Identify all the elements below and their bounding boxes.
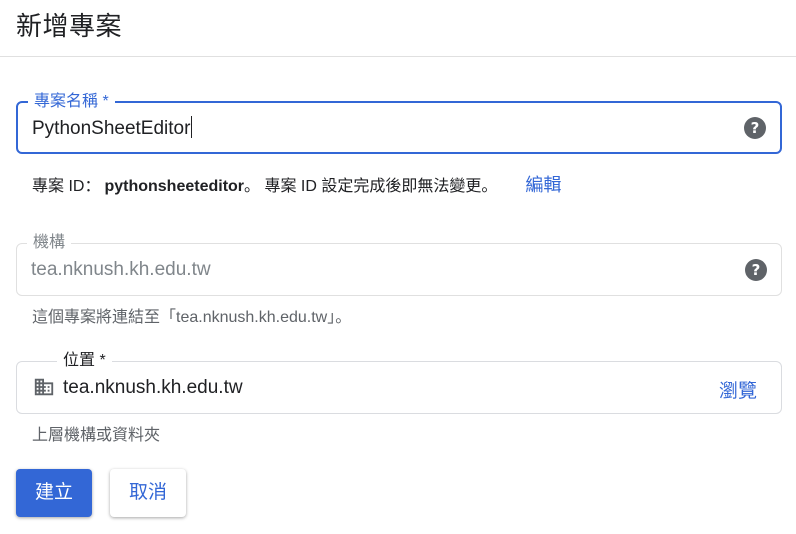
project-name-label: 專案名稱 * — [28, 92, 115, 112]
browse-link[interactable]: 瀏覽 — [719, 376, 757, 403]
dialog-header: 新增專案 — [0, 0, 796, 57]
project-name-input[interactable]: PythonSheetEditor — [32, 116, 193, 141]
location-value: tea.nknush.kh.edu.tw — [63, 377, 243, 398]
organization-label: 機構 — [27, 233, 72, 253]
location-hint: 上層機構或資料夾 — [32, 427, 161, 444]
help-icon[interactable]: ? — [745, 259, 767, 281]
project-name-value: PythonSheetEditor — [32, 118, 191, 139]
location-label: 位置 * — [57, 351, 112, 371]
edit-project-id-link[interactable]: 編輯 — [525, 175, 561, 195]
location-field[interactable]: 位置 * tea.nknush.kh.edu.tw 瀏覽 — [16, 351, 782, 414]
organization-hint: 這個專案將連結至「tea.nknush.kh.edu.tw」。 — [32, 309, 352, 326]
page-title: 新增專案 — [16, 11, 123, 41]
project-name-field[interactable]: 專案名稱 * PythonSheetEditor ? — [16, 92, 782, 154]
organization-value: tea.nknush.kh.edu.tw — [31, 259, 211, 280]
project-id-note: 。 專案 ID 設定完成後即無法變更。 — [244, 178, 498, 195]
organization-field: 機構 tea.nknush.kh.edu.tw ? — [16, 233, 782, 296]
project-id-line: 專案 ID： pythonsheeteditor。 專案 ID 設定完成後即無法變… — [32, 174, 561, 198]
cancel-button[interactable]: 取消 — [110, 469, 186, 517]
project-id-label: 專案 ID： — [32, 178, 101, 195]
building-icon — [34, 378, 54, 396]
text-cursor — [191, 116, 193, 138]
project-id-value: pythonsheeteditor — [104, 178, 245, 195]
create-button[interactable]: 建立 — [16, 469, 92, 517]
help-icon[interactable]: ? — [744, 117, 766, 139]
